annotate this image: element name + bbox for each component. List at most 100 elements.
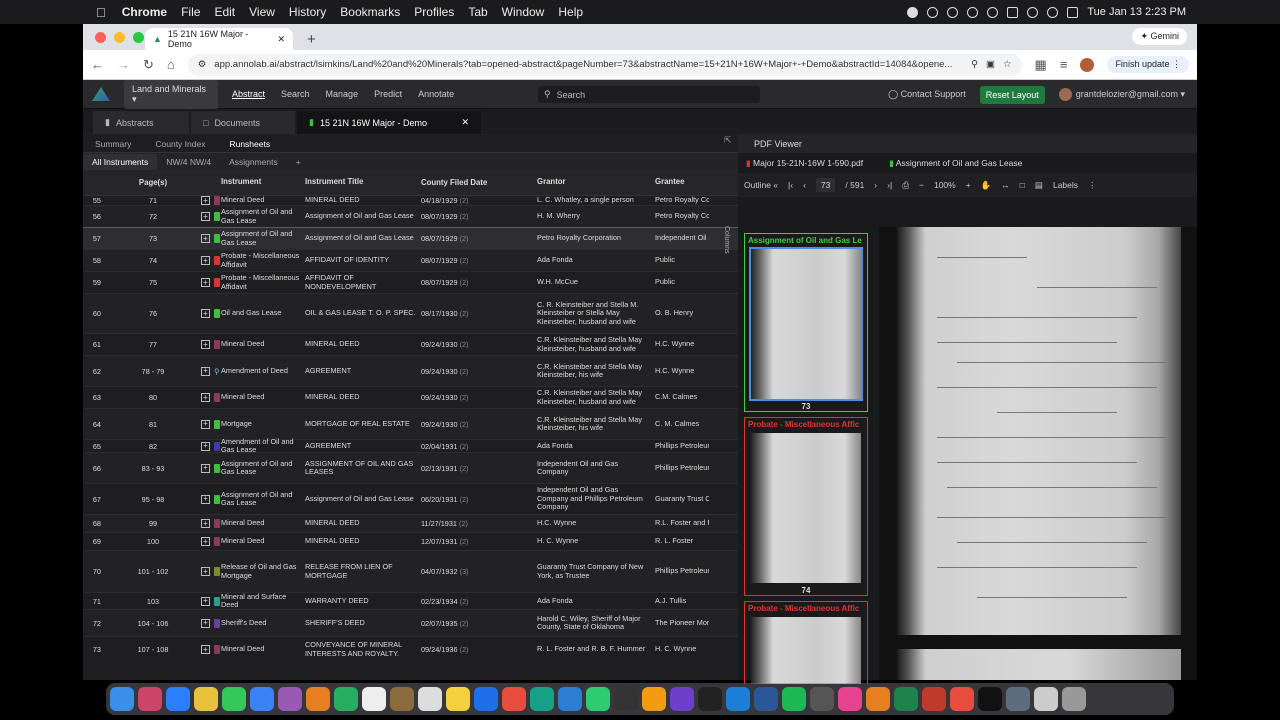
menu-file[interactable]: File: [181, 5, 200, 19]
tab-documents[interactable]: □ Documents: [191, 111, 295, 134]
close-tab-icon[interactable]: ✕: [461, 117, 469, 128]
row-instrument[interactable]: Mineral Deed: [221, 196, 305, 204]
finder-icon[interactable]: [110, 687, 134, 711]
row-instrument[interactable]: Mineral and Surface Deed: [221, 592, 305, 610]
cast-icon[interactable]: ▣: [986, 59, 995, 70]
header-grantee[interactable]: Grantee: [655, 178, 709, 187]
app-icon[interactable]: [698, 687, 722, 711]
reading-list-icon[interactable]: ≡: [1060, 57, 1068, 72]
acrobat-icon[interactable]: [922, 687, 946, 711]
play-icon[interactable]: [987, 6, 999, 18]
expand-row-icon[interactable]: +: [201, 212, 210, 221]
nav-abstract[interactable]: Abstract: [232, 89, 265, 99]
row-instrument[interactable]: Mineral Deed: [221, 536, 305, 545]
reset-layout-button[interactable]: Reset Layout: [979, 85, 1045, 104]
app-icon[interactable]: [866, 687, 890, 711]
zoom-out-icon[interactable]: −: [919, 180, 924, 190]
calendar-icon[interactable]: [362, 687, 386, 711]
notes-icon[interactable]: [446, 687, 470, 711]
forward-icon[interactable]: →: [117, 57, 130, 72]
facetime-icon[interactable]: [334, 687, 358, 711]
expand-row-icon[interactable]: +: [201, 441, 210, 451]
expand-row-icon[interactable]: +: [201, 618, 210, 628]
tab-summary[interactable]: Summary: [83, 139, 143, 149]
tab-abstract-open[interactable]: ▮ 15 21N 16W Major - Demo ✕: [297, 111, 481, 134]
row-instrument[interactable]: Assignment of Oil and Gas Lease: [221, 229, 305, 247]
table-row[interactable]: 60 76 + Oil and Gas Lease OIL & GAS LEASE T.…: [83, 294, 738, 334]
excel-icon[interactable]: [894, 687, 918, 711]
expand-row-icon[interactable]: +: [201, 519, 210, 528]
battery-icon[interactable]: [1007, 6, 1019, 18]
finish-update-button[interactable]: Finish update ⋮: [1107, 56, 1189, 73]
menu-app-name[interactable]: Chrome: [122, 5, 167, 19]
slack-icon[interactable]: [502, 687, 526, 711]
expand-row-icon[interactable]: +: [201, 494, 210, 504]
menu-history[interactable]: History: [289, 5, 326, 19]
app-search-input[interactable]: ⚲ Search: [538, 86, 760, 103]
prev-page-icon[interactable]: ‹: [803, 180, 806, 190]
app-icon[interactable]: [530, 687, 554, 711]
close-window-button[interactable]: [95, 32, 106, 43]
status-icon[interactable]: [927, 6, 939, 18]
app-icon[interactable]: [838, 687, 862, 711]
add-tab-button[interactable]: +: [287, 157, 310, 167]
menu-bookmarks[interactable]: Bookmarks: [340, 5, 400, 19]
terminal-icon[interactable]: [614, 687, 638, 711]
last-page-icon[interactable]: ›|: [887, 180, 892, 190]
control-center-icon[interactable]: [1067, 6, 1079, 18]
expand-row-icon[interactable]: +: [201, 567, 210, 576]
row-instrument[interactable]: Release of Oil and Gas Mortgage: [221, 562, 305, 580]
tab-runsheets[interactable]: Runsheets: [217, 139, 282, 149]
table-row[interactable]: 67 95 - 98 + Assignment of Oil and Gas Leas…: [83, 484, 738, 515]
messages-icon[interactable]: [222, 687, 246, 711]
address-bar[interactable]: ⚙ app.annolab.ai/abstract/lsimkins/Land%…: [187, 53, 1022, 76]
bookmark-star-icon[interactable]: ☆: [1003, 59, 1012, 70]
zoom-in-icon[interactable]: +: [966, 180, 971, 190]
photos-icon[interactable]: [306, 687, 330, 711]
header-pages[interactable]: Page(s): [105, 178, 201, 187]
columns-toggle[interactable]: Columns: [723, 226, 730, 254]
expand-row-icon[interactable]: +: [201, 196, 210, 205]
profile-avatar[interactable]: [1080, 57, 1095, 72]
launchpad-icon[interactable]: [138, 687, 162, 711]
menu-edit[interactable]: Edit: [214, 5, 235, 19]
table-row[interactable]: 55 71 + Mineral Deed MINERAL DEED 04/18/1929 …: [83, 196, 738, 206]
print-icon[interactable]: ⎙: [902, 180, 909, 191]
nav-search[interactable]: Search: [281, 89, 310, 99]
spotify-icon[interactable]: [782, 687, 806, 711]
table-row[interactable]: 59 75 + Probate - Miscellaneous Affidavit AF…: [83, 272, 738, 294]
expand-row-icon[interactable]: +: [201, 596, 210, 606]
more-icon[interactable]: ⋮: [1088, 180, 1097, 191]
table-row[interactable]: 63 80 + Mineral Deed MINERAL DEED 09/24/1930 …: [83, 387, 738, 409]
expand-row-icon[interactable]: +: [201, 537, 210, 546]
table-row[interactable]: 69 100 + Mineral Deed MINERAL DEED 12/07/1931…: [83, 533, 738, 551]
row-instrument[interactable]: Assignment of Oil and Gas Lease: [221, 490, 305, 508]
expand-row-icon[interactable]: +: [201, 309, 210, 318]
mail-icon[interactable]: [250, 687, 274, 711]
app-store-icon[interactable]: [726, 687, 750, 711]
table-row[interactable]: 57 73 + Assignment of Oil and Gas Lease Assi…: [83, 227, 738, 251]
status-icon[interactable]: [967, 6, 979, 18]
table-row[interactable]: 68 99 + Mineral Deed MINERAL DEED 11/27/1931 …: [83, 515, 738, 533]
project-select[interactable]: Land and Minerals ▾: [124, 79, 218, 109]
app-icon[interactable]: [978, 687, 1002, 711]
tab-assignments[interactable]: Assignments: [220, 157, 287, 167]
header-instrument[interactable]: Instrument: [221, 177, 305, 187]
table-row[interactable]: 71 103 + Mineral and Surface Deed WARRANTY D…: [83, 592, 738, 610]
tab-abstracts[interactable]: ▮ Abstracts: [93, 111, 189, 134]
table-row[interactable]: 58 74 + Probate - Miscellaneous Affidavit AF…: [83, 250, 738, 272]
table-row[interactable]: 62 78 - 79 + ⚲ Amendment of Deed AGREEMENT 09/…: [83, 356, 738, 387]
site-info-icon[interactable]: ⚙: [198, 59, 207, 70]
expand-row-icon[interactable]: +: [201, 278, 210, 287]
table-row[interactable]: 61 77 + Mineral Deed MINERAL DEED 09/24/1930 …: [83, 334, 738, 356]
row-instrument[interactable]: Oil and Gas Lease: [221, 308, 305, 317]
row-instrument[interactable]: Sheriff's Deed: [221, 618, 305, 627]
extension-icon[interactable]: ▦: [1035, 57, 1047, 73]
zoom-level[interactable]: 100%: [934, 180, 956, 190]
new-tab-button[interactable]: +: [307, 31, 316, 48]
pdf-page-view[interactable]: [879, 227, 1197, 680]
row-instrument[interactable]: Mortgage: [221, 419, 305, 428]
nav-predict[interactable]: Predict: [374, 89, 402, 99]
github-icon[interactable]: [670, 687, 694, 711]
pdf-file-tab[interactable]: ▮ Major 15-21N-16W 1-590.pdf: [746, 158, 863, 169]
